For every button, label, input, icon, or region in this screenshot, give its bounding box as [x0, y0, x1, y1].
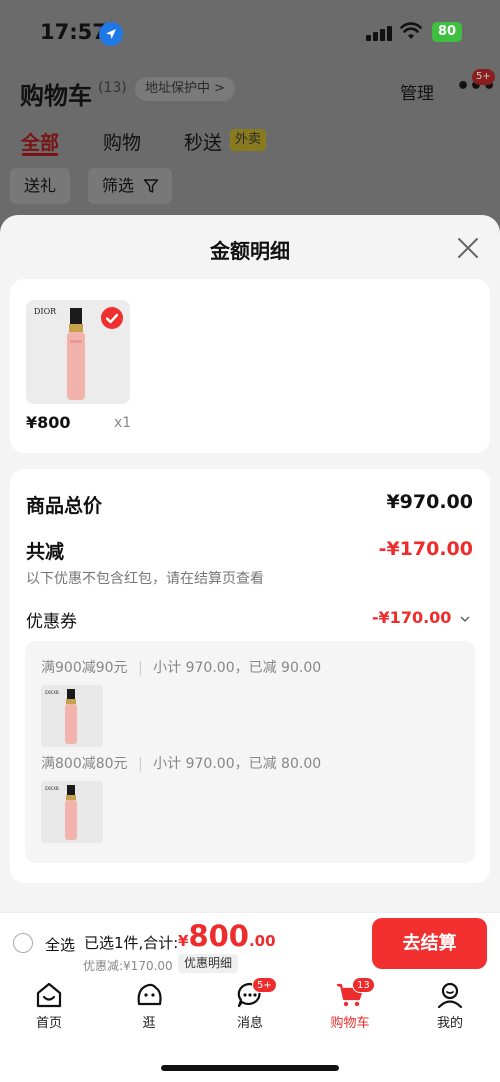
svg-text:DIOR: DIOR: [45, 786, 59, 792]
coupon-rule-1-detail: 小计 970.00，已减 90.00: [153, 660, 322, 676]
filter-icon: [143, 179, 159, 193]
discount-value: -¥170.00: [378, 538, 473, 560]
sheet-title: 金额明细: [210, 239, 290, 263]
tab-home-label: 首页: [35, 1016, 62, 1031]
svg-text:DIOR: DIOR: [34, 307, 57, 316]
rule-divider: |: [138, 756, 143, 772]
select-all-label[interactable]: 全选: [45, 934, 75, 955]
selected-summary: 已选1件,合计:: [84, 934, 179, 952]
tab-cart-label: 购物车: [330, 1016, 370, 1031]
filter-chip[interactable]: 筛选: [88, 168, 173, 204]
coupon-product-image-1: DIOR: [41, 685, 103, 747]
total-price: ¥800.00: [178, 919, 276, 953]
tab-profile-label: 我的: [436, 1016, 463, 1031]
cart-count: (13): [98, 80, 127, 96]
tab-browse-label: 逛: [142, 1016, 156, 1031]
messages-badge: 5+: [252, 977, 277, 993]
discount-label: 共减: [26, 541, 65, 563]
tab-messages-label: 消息: [236, 1016, 263, 1031]
tab-underline: [22, 153, 58, 156]
wifi-icon: [400, 22, 422, 44]
manage-button[interactable]: 管理: [400, 79, 434, 104]
location-arrow-icon: [99, 22, 123, 46]
filter-label: 筛选: [102, 176, 135, 195]
battery-indicator: 80: [432, 22, 462, 42]
total-integer: 800: [188, 919, 249, 953]
address-protect-chip[interactable]: 地址保护中 >: [135, 77, 236, 101]
total-currency: ¥: [178, 932, 189, 950]
discount-note: 以下优惠不包含红包，请在结算页查看: [26, 571, 264, 587]
profile-icon: [437, 982, 463, 1009]
close-icon[interactable]: [456, 236, 480, 260]
cellular-signal-icon: [366, 25, 392, 41]
total-value: ¥970.00: [386, 491, 473, 513]
coupon-rule-2-name: 满800减80元: [41, 756, 128, 772]
more-badge: 5+: [472, 69, 495, 85]
cart-badge: 13: [352, 977, 375, 993]
discount-summary: 优惠减:¥170.00: [83, 959, 173, 973]
coupon-value[interactable]: -¥170.00: [372, 608, 470, 627]
product-price: ¥800: [26, 413, 71, 432]
coupon-label: 优惠券: [26, 612, 77, 632]
browse-icon: [137, 983, 162, 1006]
coupon-rule-1-name: 满900减90元: [41, 660, 128, 676]
tab-all[interactable]: 全部: [21, 128, 59, 155]
tab-profile[interactable]: 我的: [415, 980, 485, 1031]
page-title: 购物车: [20, 82, 92, 110]
rule-divider: |: [138, 660, 143, 676]
product-qty: x1: [114, 415, 132, 431]
status-bar: 17:57 80: [0, 0, 500, 66]
home-indicator[interactable]: [161, 1065, 339, 1071]
coupon-product-image-2: DIOR: [41, 781, 103, 843]
tab-instant[interactable]: 秒送: [184, 128, 222, 155]
coupon-rule-2-detail: 小计 970.00，已减 80.00: [153, 756, 322, 772]
tab-shopping[interactable]: 购物: [103, 128, 141, 155]
tab-browse[interactable]: 逛: [114, 980, 184, 1031]
discount-detail-button[interactable]: 优惠明细: [178, 954, 239, 973]
status-time: 17:57: [40, 20, 107, 44]
selected-check-icon[interactable]: [101, 307, 123, 329]
gift-filter-chip[interactable]: 送礼: [10, 168, 71, 204]
checkout-button[interactable]: 去结算: [372, 918, 487, 969]
home-icon: [36, 982, 62, 1008]
tab-home[interactable]: 首页: [14, 980, 84, 1031]
total-decimal: .00: [248, 932, 276, 950]
coupon-rule-1: 满900减90元 | 小计 970.00，已减 90.00: [41, 657, 321, 677]
coupon-amount: -¥170.00: [371, 608, 452, 627]
takeout-tag: 外卖: [230, 129, 267, 151]
chevron-down-icon: [460, 616, 470, 622]
total-label: 商品总价: [26, 495, 103, 517]
select-all-checkbox[interactable]: [13, 933, 33, 953]
svg-text:DIOR: DIOR: [45, 690, 59, 696]
coupon-rule-2: 满800减80元 | 小计 970.00，已减 80.00: [41, 753, 321, 773]
battery-tip: [463, 28, 465, 36]
